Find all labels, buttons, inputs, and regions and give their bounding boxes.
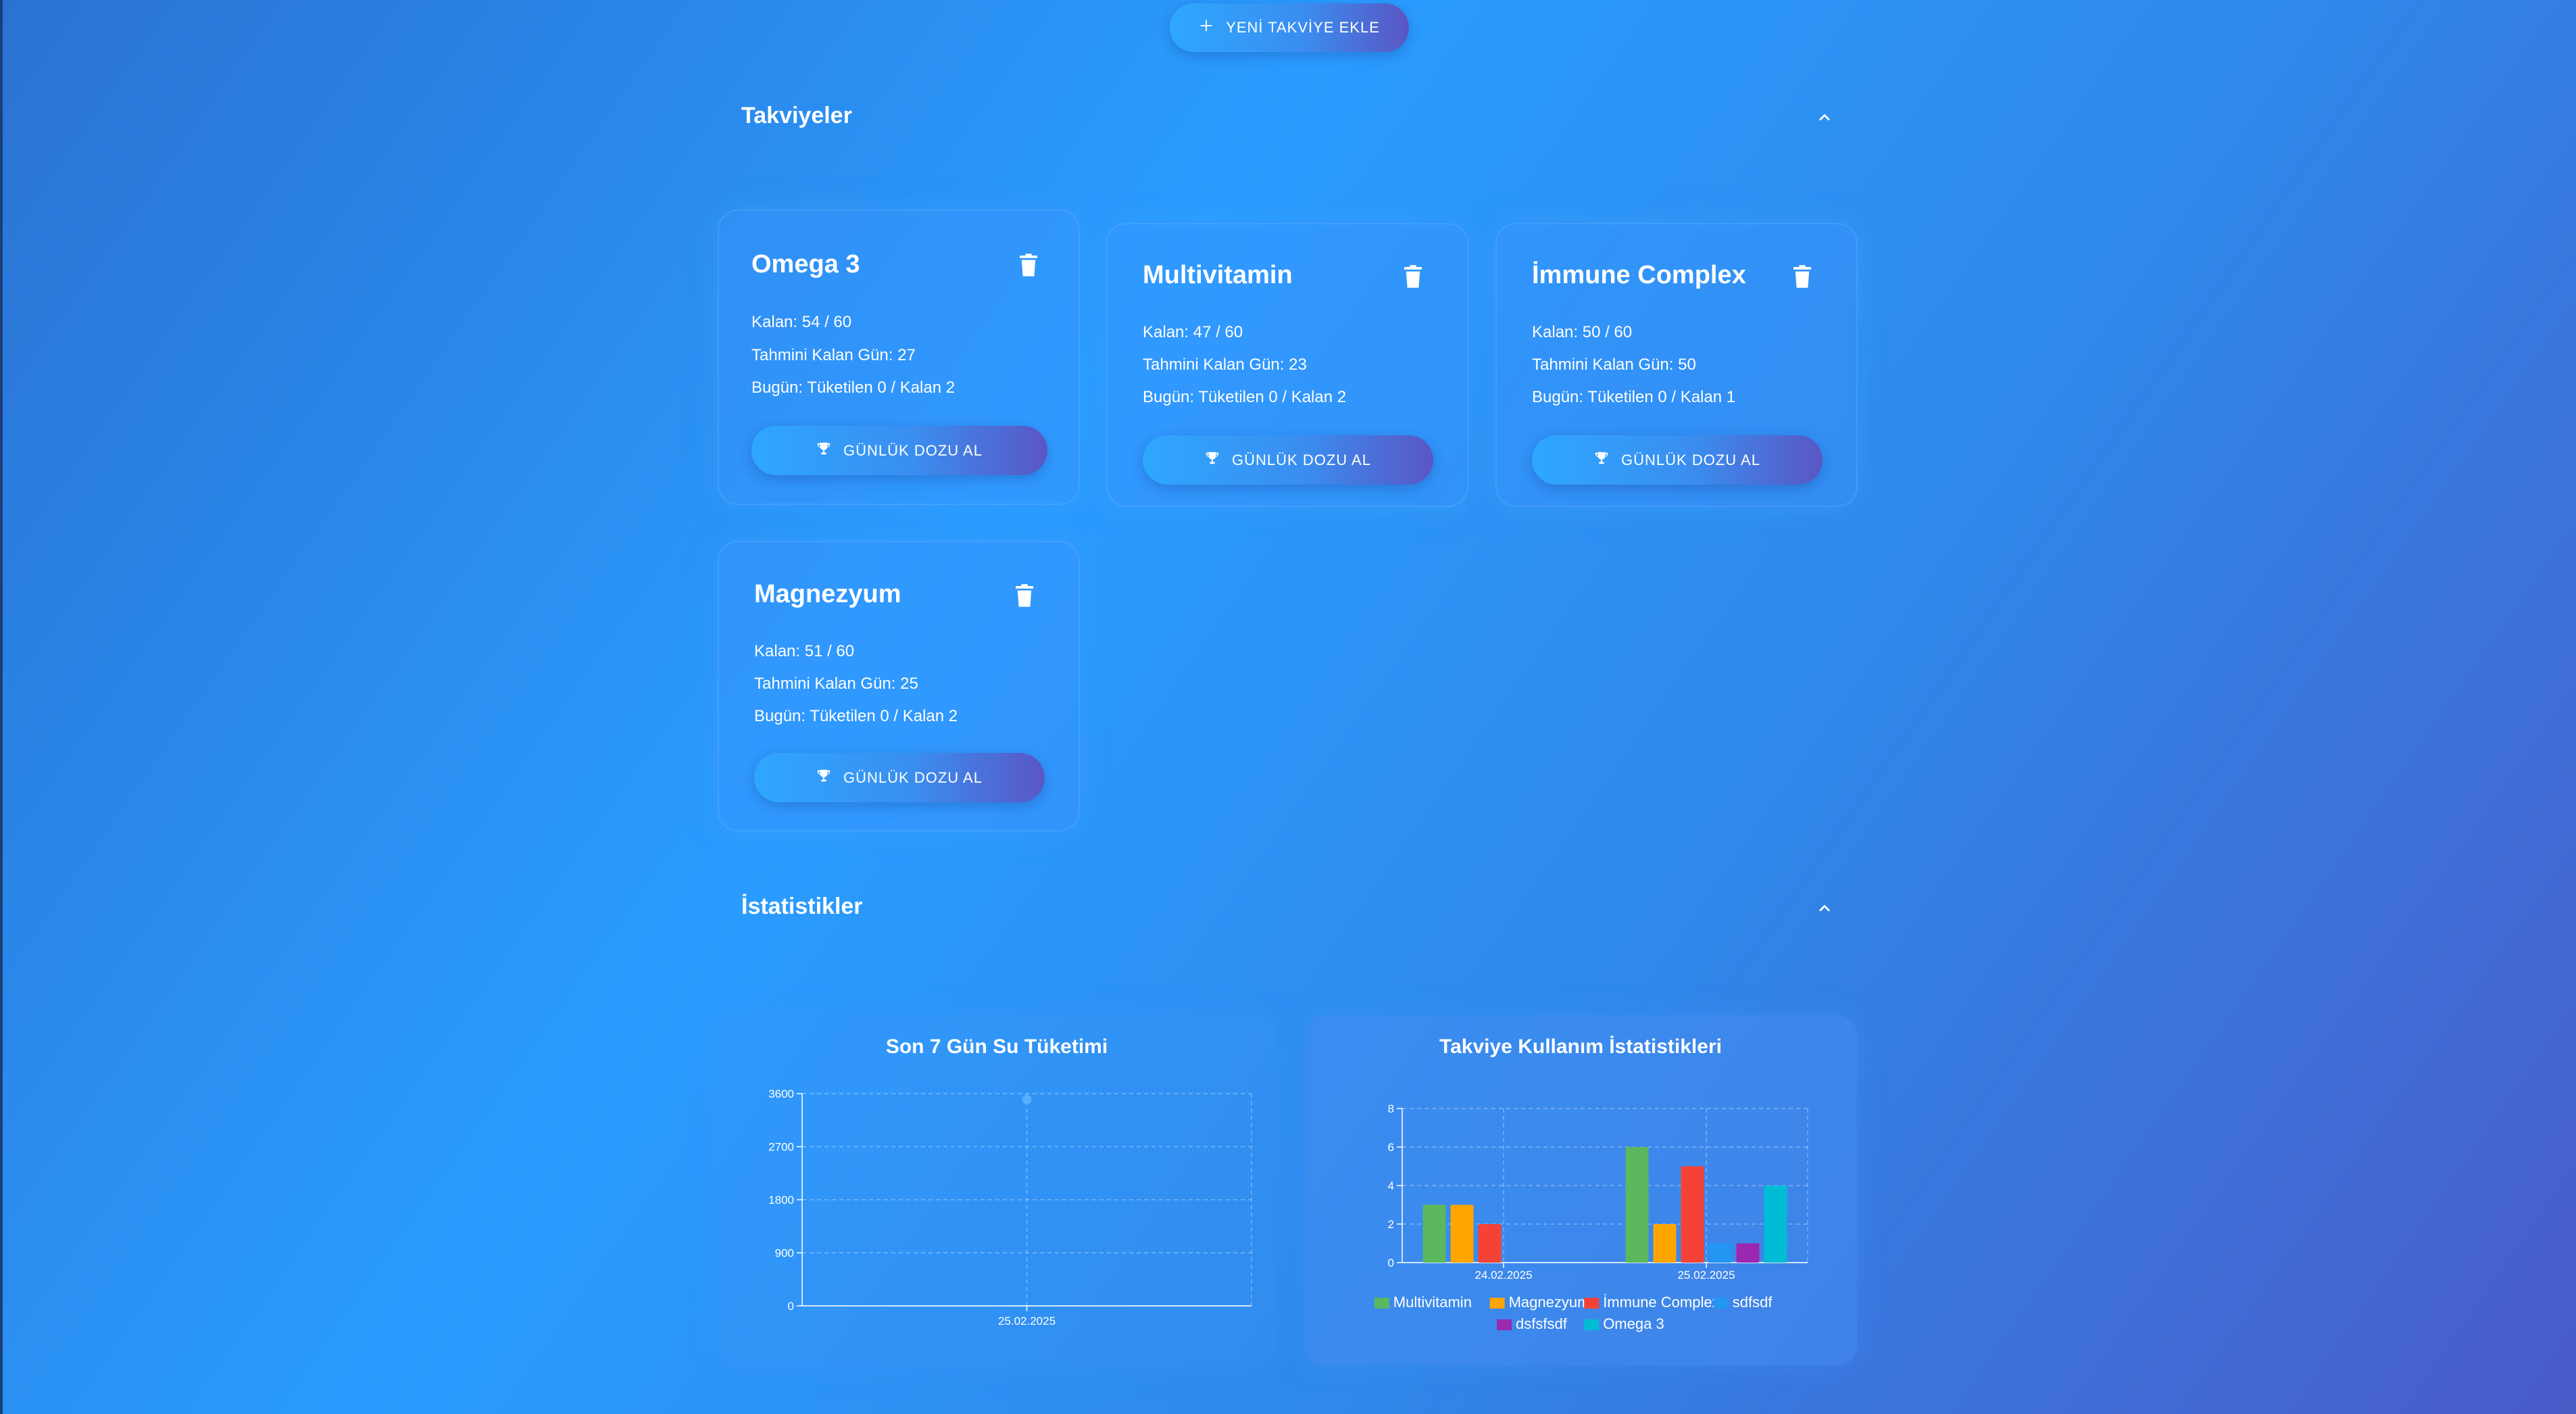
take-daily-dose-label: GÜNLÜK DOZU AL [1232,451,1371,468]
remaining-text: Kalan: 47 / 60 [1143,323,1243,341]
days-left-text: Tahmini Kalan Gün: 23 [1143,356,1307,374]
today-text: Bugün: Tüketilen 0 / Kalan 1 [1532,388,1736,406]
take-daily-dose-label: GÜNLÜK DOZU AL [843,441,983,459]
add-supplement-label: YENİ TAKVİYE EKLE [1226,19,1380,36]
take-daily-dose-button[interactable]: GÜNLÜK DOZU AL [754,753,1045,802]
legend-swatch [1713,1298,1729,1309]
y-tick-label: 4 [1388,1179,1394,1192]
bar-sdfsdf [1708,1243,1732,1263]
legend-swatch [1584,1298,1600,1309]
remaining-text: Kalan: 50 / 60 [1532,323,1633,341]
legend-item: sdfsdf [1713,1294,1773,1311]
bar-multivitamin [1625,1147,1649,1263]
legend-swatch [1584,1319,1600,1330]
bar-magnezyum [1450,1204,1474,1263]
remaining-text: Kalan: 54 / 60 [751,313,852,331]
legend-item: Omega 3 [1584,1315,1664,1332]
add-supplement-button[interactable]: YENİ TAKVİYE EKLE [1170,3,1409,52]
days-left-text: Tahmini Kalan Gün: 27 [751,346,916,364]
y-tick-label: 900 [775,1247,794,1260]
remaining-text: Kalan: 51 / 60 [754,642,855,660]
statistics-section-title: İstatistikler [741,894,863,919]
supplement-name: Omega 3 [751,250,860,278]
usage-chart: 8 6 4 2 0 24.02.2025 25.02.2025 Multivitamin Mag… [1374,1102,1808,1332]
y-tick-label: 6 [1388,1141,1394,1154]
window-edge [0,0,3,1414]
water-chart-panel: Son 7 Gün Su Tüketimi 3600 2700 1800 900 0 25… [718,1015,1276,1365]
y-tick-label: 0 [1388,1257,1394,1269]
supplement-name: Multivitamin [1143,261,1293,289]
delete-trash-icon[interactable] [1016,584,1033,607]
take-daily-dose-button[interactable]: GÜNLÜK DOZU AL [1143,435,1433,485]
supplement-card-multivitamin: Multivitamin Kalan: 47 / 60 Tahmini Kala… [1106,223,1468,507]
supplement-card-magnezyum: Magnezyum Kalan: 51 / 60 Tahmini Kalan G… [718,541,1080,831]
bar-omega-3 [1764,1186,1787,1263]
legend-label: Magnezyum [1509,1294,1590,1311]
y-tick-label: 1800 [768,1194,794,1206]
legend-label: İmmune Complex [1603,1294,1719,1311]
y-tick-label: 2700 [768,1141,794,1154]
supplement-name: İmmune Complex [1532,261,1746,289]
legend-item: İmmune Complex [1584,1294,1720,1311]
water-chart: 3600 2700 1800 900 0 25.02.2025 [768,1088,1252,1327]
supplement-card-immune-complex: İmmune Complex Kalan: 50 / 60 Tahmini Ka… [1495,223,1858,507]
x-tick-label: 24.02.2025 [1475,1269,1532,1282]
legend-label: sdfsdf [1733,1294,1773,1311]
supplement-name: Magnezyum [754,580,901,608]
bar-magnezyum [1653,1224,1677,1263]
take-daily-dose-label: GÜNLÜK DOZU AL [843,769,983,786]
trophy-icon [1594,451,1609,470]
today-text: Bugün: Tüketilen 0 / Kalan 2 [754,707,958,725]
supplement-card-omega-3: Omega 3 Kalan: 54 / 60 Tahmini Kalan Gün… [718,210,1080,505]
y-tick-label: 3600 [768,1088,794,1100]
y-tick-label: 8 [1388,1102,1394,1115]
today-text: Bugün: Tüketilen 0 / Kalan 2 [751,379,956,397]
bar-i̇mmune-complex [1478,1224,1502,1263]
x-tick-label: 25.02.2025 [998,1315,1056,1327]
legend-swatch [1497,1319,1512,1330]
legend-item: Magnezyum [1489,1294,1590,1311]
delete-trash-icon[interactable] [1020,253,1037,276]
take-daily-dose-button[interactable]: GÜNLÜK DOZU AL [751,426,1047,475]
supplement-usage-chart-panel: Takviye Kullanım İstatistikleri 8 6 4 2 0 24.… [1304,1015,1857,1365]
legend-label: dsfsfsdf [1516,1315,1568,1332]
supplements-section-title: Takviyeler [741,103,852,128]
delete-trash-icon[interactable] [1404,265,1422,288]
trophy-icon [1205,451,1220,470]
collapse-supplements-chevron-up-icon[interactable] [1815,108,1834,127]
trophy-icon [816,769,831,787]
bar-i̇mmune-complex [1681,1166,1704,1263]
legend-label: Multivitamin [1393,1294,1472,1311]
legend-item: Multivitamin [1374,1294,1472,1311]
y-tick-label: 2 [1388,1218,1394,1231]
legend-swatch [1374,1298,1389,1309]
collapse-statistics-chevron-up-icon[interactable] [1815,899,1834,918]
trophy-icon [816,441,831,460]
take-daily-dose-label: GÜNLÜK DOZU AL [1621,451,1760,468]
y-tick-label: 0 [788,1300,794,1313]
legend-label: Omega 3 [1603,1315,1664,1332]
legend-item: dsfsfsdf [1497,1315,1568,1332]
plus-icon [1199,18,1214,37]
bar-multivitamin [1422,1204,1446,1263]
days-left-text: Tahmini Kalan Gün: 50 [1532,356,1696,374]
bar-dsfsfsdf [1736,1243,1760,1263]
x-tick-label: 25.02.2025 [1677,1269,1735,1282]
days-left-text: Tahmini Kalan Gün: 25 [754,675,918,693]
take-daily-dose-button[interactable]: GÜNLÜK DOZU AL [1532,435,1823,485]
today-text: Bugün: Tüketilen 0 / Kalan 2 [1143,388,1347,406]
delete-trash-icon[interactable] [1793,265,1811,288]
data-point [1022,1094,1032,1104]
legend-swatch [1489,1298,1505,1309]
